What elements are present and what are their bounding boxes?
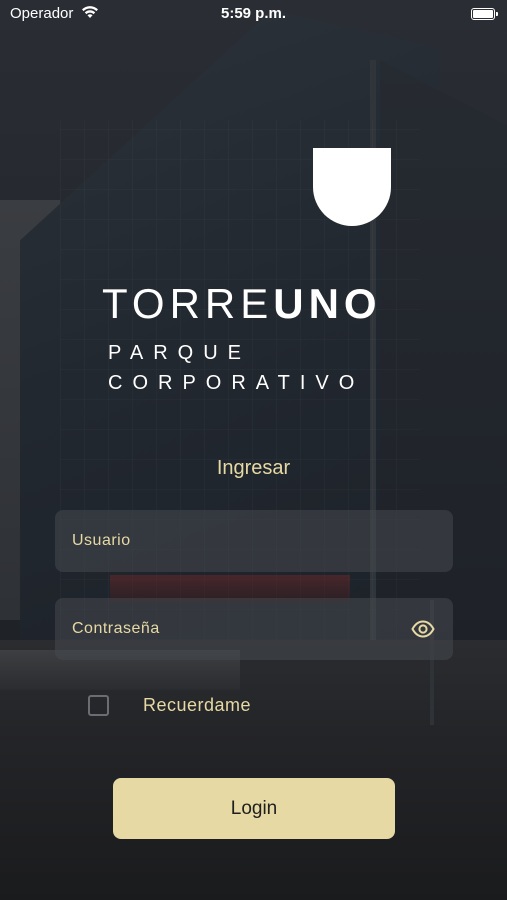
torre-uno-logo-mark (313, 148, 391, 226)
username-field-container (55, 510, 453, 572)
remember-me-row[interactable]: Recuerdame (88, 694, 288, 718)
remember-me-checkbox[interactable] (88, 695, 109, 716)
brand-name-thin: TORRE (102, 280, 274, 327)
background-photo (0, 0, 507, 900)
brand-subtitle-line2: CORPORATIVO (108, 372, 365, 394)
status-bar: Operador 5:59 p.m. (0, 0, 507, 30)
login-button[interactable]: Login (113, 778, 395, 839)
status-time: 5:59 p.m. (220, 5, 287, 22)
password-input[interactable] (55, 598, 453, 660)
username-input[interactable] (55, 510, 453, 572)
password-field-container (55, 598, 453, 660)
brand-name-bold: UNO (273, 280, 382, 327)
brand-logo-text: TORREUNO (102, 280, 382, 328)
remember-me-label: Recuerdame (143, 695, 252, 715)
eye-icon[interactable] (411, 619, 435, 639)
brand-subtitle-line1: PARQUE (108, 342, 251, 364)
login-heading: Ingresar (216, 457, 291, 479)
battery-icon (471, 8, 498, 20)
